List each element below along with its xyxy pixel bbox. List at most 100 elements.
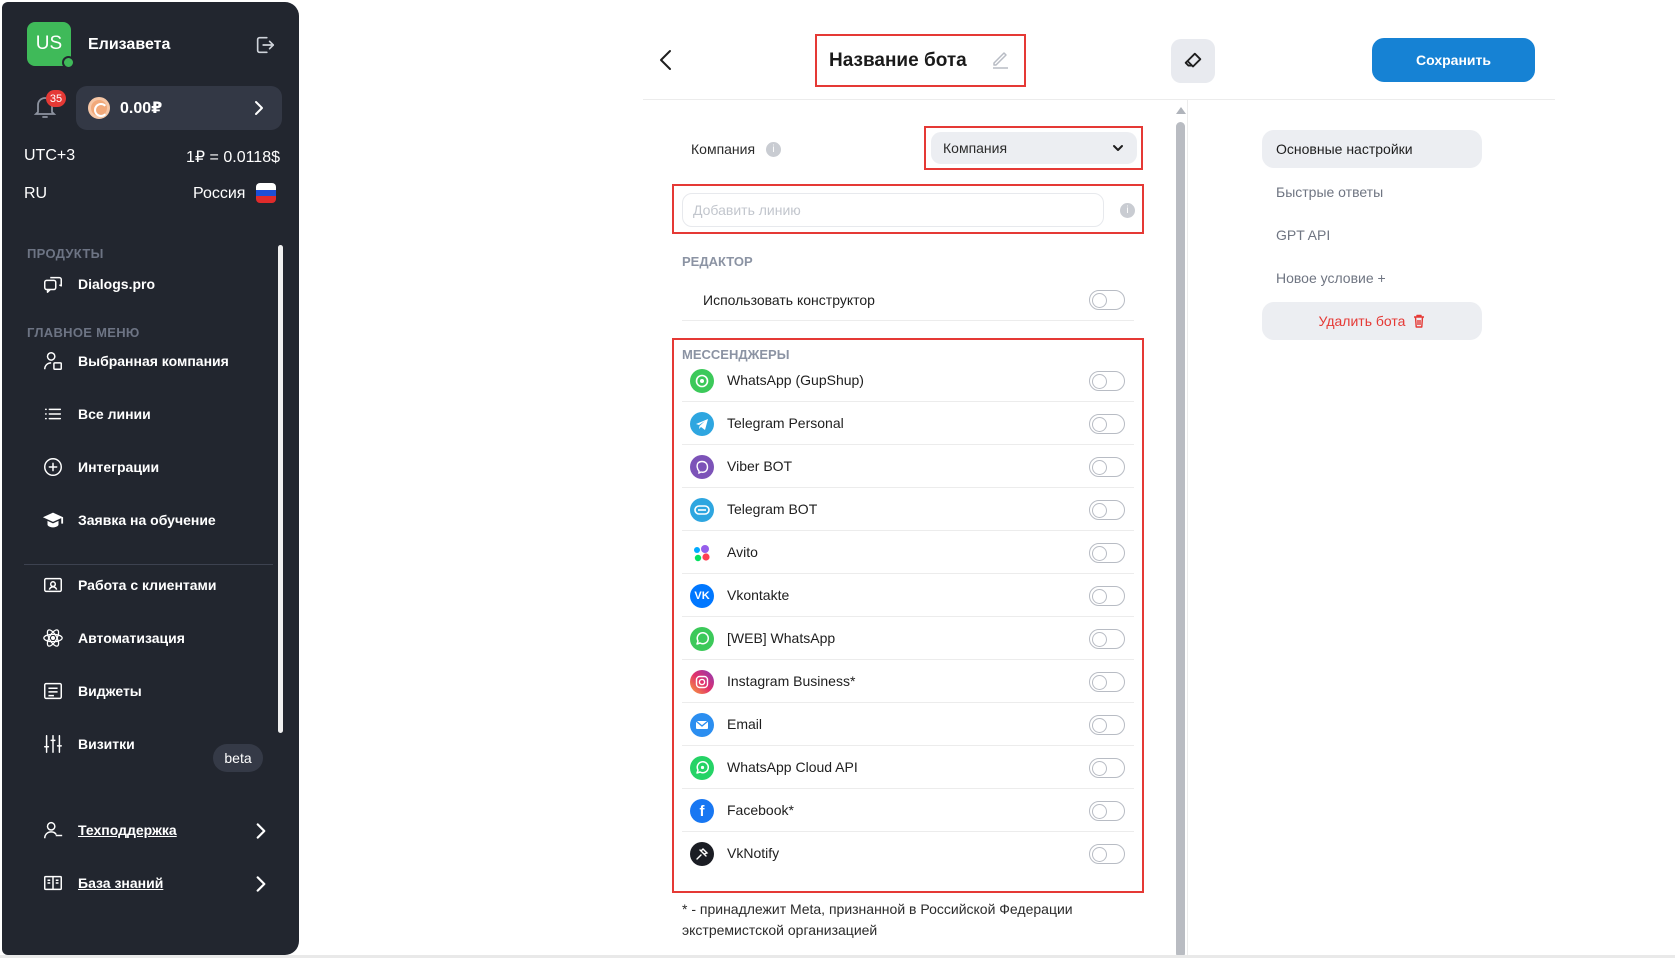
messenger-row-avito: Avito [682,531,1134,574]
sidebar-item-label: Заявка на обучение [78,512,216,528]
messenger-label: VkNotify [727,845,780,861]
sidebar-item-widgets[interactable]: Виджеты [42,671,272,711]
telegram-bot-icon [690,498,714,522]
messenger-toggle[interactable] [1089,371,1125,391]
messenger-toggle[interactable] [1089,543,1125,563]
right-nav-gpt-api[interactable]: GPT API [1262,216,1482,254]
header-divider [643,99,1555,100]
add-line-input[interactable] [682,193,1104,227]
sidebar-item-label: Dialogs.pro [78,276,156,292]
trash-icon [1414,314,1425,328]
messenger-row-telegram-bot: Telegram BOT [682,488,1134,531]
messenger-row-vkontakte: VK Vkontakte [682,574,1134,617]
tool-button[interactable] [1171,39,1215,83]
bot-title-field[interactable]: Название бота [815,34,1026,87]
sidebar: US Елизавета 35 0.00₽ UTC+3 1₽ = 0.0118$… [2,2,299,955]
balance-button[interactable]: 0.00₽ [76,86,282,130]
sidebar-item-all-lines[interactable]: Все линии [42,394,272,434]
section-title-editor: РЕДАКТОР [682,254,753,269]
main-scrollbar[interactable] [1176,122,1185,958]
logout-icon[interactable] [254,34,276,56]
messenger-toggle[interactable] [1089,457,1125,477]
bot-title: Название бота [829,49,967,71]
sidebar-item-label: Выбранная компания [78,353,229,369]
messenger-toggle[interactable] [1089,586,1125,606]
messenger-toggle[interactable] [1089,500,1125,520]
sidebar-item-clients[interactable]: Работа с клиентами [42,565,272,605]
delete-bot-label: Удалить бота [1318,313,1406,329]
exchange-rate: 1₽ = 0.0118$ [186,149,280,166]
chat-bubbles-icon [44,276,62,293]
viber-icon [690,455,714,479]
messenger-toggle[interactable] [1089,672,1125,692]
coin-icon [88,97,110,119]
company-user-icon [44,352,62,370]
messenger-row-facebook: f Facebook* [682,789,1134,832]
constructor-toggle[interactable] [1089,290,1125,310]
info-icon[interactable]: i [766,142,781,157]
russia-flag-icon [256,183,276,203]
sidebar-item-training-request[interactable]: Заявка на обучение [42,500,272,540]
avito-icon [690,541,714,565]
sliders-icon [44,735,62,753]
vknotify-icon [690,842,714,866]
messenger-label: WhatsApp Cloud API [727,759,858,775]
info-icon[interactable]: i [1120,203,1135,218]
messenger-toggle[interactable] [1089,801,1125,821]
sidebar-scrollbar[interactable] [278,245,283,733]
contact-card-icon [44,577,62,593]
messenger-label: Email [727,716,763,732]
company-select-value: Компания [943,140,1008,156]
constructor-label: Использовать конструктор [703,292,875,308]
graduation-cap-icon [42,512,64,528]
sidebar-item-dialogs-pro[interactable]: Dialogs.pro [42,264,272,304]
right-nav-new-condition[interactable]: Новое условие + [1262,259,1482,297]
back-arrow-icon[interactable] [654,45,678,75]
messenger-row-viber-bot: Viber BOT [682,445,1134,488]
save-button[interactable]: Сохранить [1372,38,1535,82]
pencil-icon[interactable] [990,48,1010,70]
sidebar-item-support[interactable]: Техподдержка [42,810,272,850]
scroll-up-arrow[interactable] [1176,107,1186,114]
meta-footnote: * - принадлежит Meta, признанной в Росси… [682,901,1073,938]
sidebar-item-integrations[interactable]: Интеграции [42,447,272,487]
messenger-label: [WEB] WhatsApp [727,630,836,646]
sidebar-item-label: Виджеты [78,683,142,699]
messenger-label: Instagram Business* [727,673,856,689]
widget-icon [44,682,62,700]
chevron-right-icon [256,876,266,892]
whatsapp-gupshup-icon [690,369,714,393]
facebook-icon: f [690,799,714,823]
messenger-row-web-whatsapp: [WEB] WhatsApp [682,617,1134,660]
messenger-label: WhatsApp (GupShup) [727,372,864,388]
section-title-products: ПРОДУКТЫ [27,246,104,261]
messenger-toggle[interactable] [1089,844,1125,864]
messenger-label: Telegram BOT [727,501,818,517]
messenger-toggle[interactable] [1089,629,1125,649]
messenger-toggle[interactable] [1089,715,1125,735]
atom-icon [43,629,63,647]
messenger-row-instagram: Instagram Business* [682,660,1134,703]
company-select[interactable]: Компания [931,132,1137,164]
right-nav-main-settings[interactable]: Основные настройки [1262,130,1482,168]
messenger-label: Facebook* [727,802,794,818]
messenger-toggle[interactable] [1089,758,1125,778]
sidebar-item-label: База знаний [78,875,164,891]
sidebar-item-knowledge-base[interactable]: База знаний [42,863,272,903]
plus-circle-icon [44,458,62,476]
messenger-toggle[interactable] [1089,414,1125,434]
messenger-row-telegram-personal: Telegram Personal [682,402,1134,445]
messenger-label: Vkontakte [727,587,790,603]
whatsapp-icon [690,627,714,651]
sidebar-item-label: Все линии [78,406,151,422]
right-nav-quick-replies[interactable]: Быстрые ответы [1262,173,1482,211]
language-selector[interactable]: RU [24,185,47,203]
chevron-down-icon [1113,145,1123,151]
delete-bot-button[interactable]: Удалить бота [1262,302,1482,340]
book-icon [44,875,62,891]
balance-value: 0.00₽ [120,100,163,117]
country-selector[interactable]: Россия [193,185,245,203]
sidebar-item-automation[interactable]: Автоматизация [42,618,272,658]
sidebar-item-selected-company[interactable]: Выбранная компания [42,341,272,381]
divider [682,320,1134,321]
